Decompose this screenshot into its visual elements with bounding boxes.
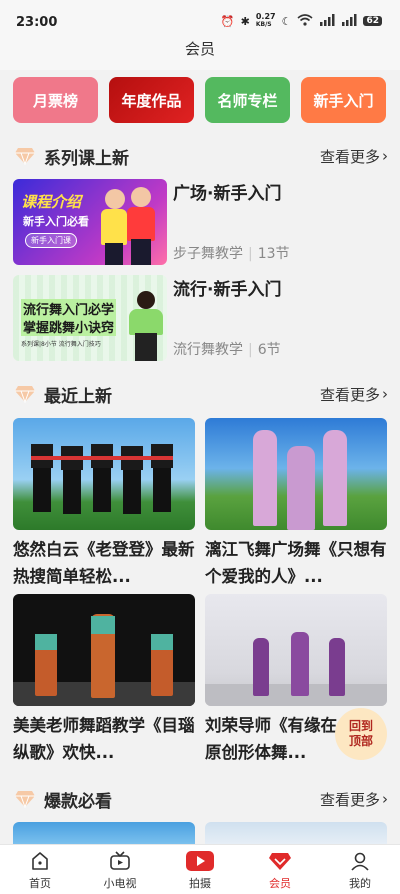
video-card[interactable]: 漓江飞舞广场舞《只想有个爱我的人》... — [205, 418, 387, 590]
home-icon — [10, 849, 70, 873]
diamond-icon — [14, 788, 36, 810]
series-course-card[interactable]: 课程介绍 新手入门必看 新手入门课 广场·新手入门 步子舞教学 | 13节 — [13, 179, 387, 265]
nav-home[interactable]: 首页 — [10, 849, 70, 891]
alarm-icon: ⏰ — [220, 14, 235, 28]
diamond-icon — [14, 383, 36, 405]
camera-icon — [170, 849, 230, 873]
video-thumbnail — [205, 418, 387, 530]
nav-vip[interactable]: 会员 — [250, 849, 310, 891]
section-title-latest: 最近上新 — [14, 381, 112, 407]
nav-profile[interactable]: 我的 — [330, 849, 390, 891]
back-to-top-button[interactable]: 回到 顶部 — [335, 708, 387, 760]
popular-see-more-link[interactable]: 查看更多 › — [320, 786, 388, 812]
diamond-icon — [14, 145, 36, 167]
video-thumbnail — [13, 418, 195, 530]
video-caption: 悠然白云《老登登》最新热搜简单轻松... — [13, 540, 195, 586]
signal-icon — [319, 13, 335, 29]
category-monthly-ticket-button[interactable]: 月票榜 — [13, 77, 98, 123]
category-annual-works-button[interactable]: 年度作品 — [109, 77, 194, 123]
chevron-right-icon: › — [382, 385, 388, 403]
video-thumbnail-partial[interactable] — [205, 822, 387, 844]
nav-shoot[interactable]: 拍摄 — [170, 849, 230, 891]
course-meta: 流行舞教学 | 6节 — [173, 342, 281, 358]
section-title-series: 系列课上新 — [14, 143, 129, 169]
video-thumbnail — [205, 594, 387, 706]
page-title: 会员 — [184, 40, 215, 58]
status-bar: 23:00 ⏰ ✱ 0.27 KB/S ☾ 62 — [0, 0, 400, 40]
category-beginner-button[interactable]: 新手入门 — [301, 77, 386, 123]
tv-icon — [90, 849, 150, 873]
battery-indicator: 62 — [363, 16, 382, 26]
signal-icon-2 — [341, 13, 357, 29]
status-icons: ⏰ ✱ 0.27 KB/S ☾ 62 — [221, 13, 382, 29]
vip-icon — [250, 849, 310, 873]
series-see-more-link[interactable]: 查看更多 › — [320, 143, 388, 169]
course-thumbnail: 课程介绍 新手入门必看 新手入门课 — [13, 179, 167, 265]
video-caption: 美美老师舞蹈教学《目瑙纵歌》欢快... — [13, 716, 195, 762]
bottom-navigation: 首页 小电视 拍摄 会员 我的 — [0, 844, 400, 894]
bluetooth-icon: ✱ — [240, 14, 250, 28]
nav-tv[interactable]: 小电视 — [90, 849, 150, 891]
page-header: 会员 — [0, 40, 400, 70]
video-thumbnail — [13, 594, 195, 706]
video-caption: 漓江飞舞广场舞《只想有个爱我的人》... — [205, 540, 387, 586]
series-course-card[interactable]: 流行舞入门必学 掌握跳舞小诀窍 系列课|8小节 流行舞入门技巧 流行·新手入门 … — [13, 275, 387, 361]
video-thumbnail-partial[interactable] — [13, 822, 195, 844]
video-card[interactable]: 悠然白云《老登登》最新热搜简单轻松... — [13, 418, 195, 590]
course-title: 广场·新手入门 — [173, 184, 282, 204]
section-title-popular: 爆款必看 — [14, 786, 112, 812]
wifi-icon — [297, 13, 313, 29]
profile-icon — [330, 849, 390, 873]
network-speed: 0.27 KB/S — [255, 12, 276, 29]
category-master-column-button[interactable]: 名师专栏 — [205, 77, 290, 123]
moon-icon: ☾ — [281, 14, 292, 28]
status-time: 23:00 — [16, 15, 58, 30]
chevron-right-icon: › — [382, 790, 388, 808]
video-card[interactable]: 美美老师舞蹈教学《目瑙纵歌》欢快... — [13, 594, 195, 766]
course-meta: 步子舞教学 | 13节 — [173, 246, 290, 262]
course-title: 流行·新手入门 — [173, 280, 282, 300]
category-row: 月票榜 年度作品 名师专栏 新手入门 — [13, 77, 387, 123]
chevron-right-icon: › — [382, 147, 388, 165]
latest-see-more-link[interactable]: 查看更多 › — [320, 381, 388, 407]
course-thumbnail: 流行舞入门必学 掌握跳舞小诀窍 系列课|8小节 流行舞入门技巧 — [13, 275, 167, 361]
